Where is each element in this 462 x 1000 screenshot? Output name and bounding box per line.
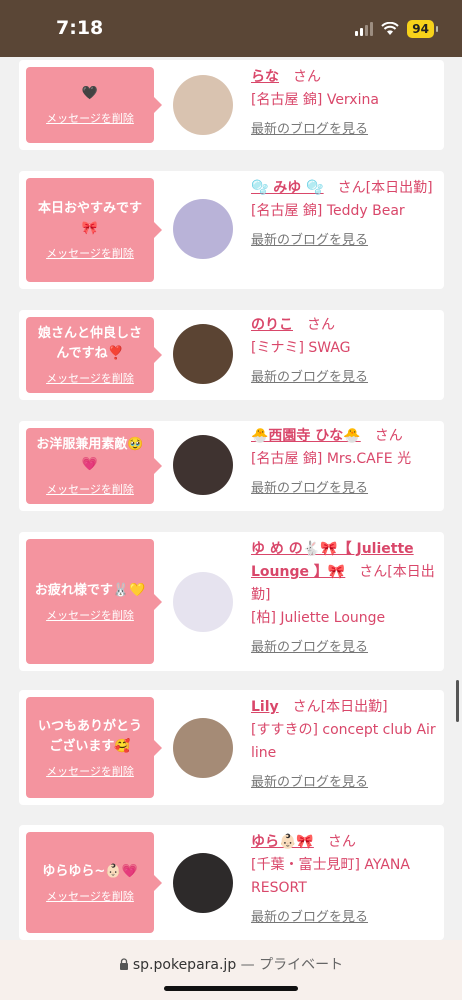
message-bubble: お疲れ様です🐰💛 メッセージを削除 xyxy=(26,539,162,664)
message-card: いつもありがとうございます🥰 メッセージを削除 Lily さん[本日出勤] [す… xyxy=(19,690,444,805)
cast-name-link[interactable]: 🫧 みゆ 🫧 xyxy=(251,180,324,196)
message-text: お洋服兼用素敵🥹💗 xyxy=(36,437,144,472)
shop-name: [名古屋 錦] Mrs.CAFE 光 xyxy=(251,451,412,467)
delete-message-link[interactable]: メッセージを削除 xyxy=(46,245,134,261)
cast-suffix: さん xyxy=(293,69,321,85)
cast-info: らな さん [名古屋 錦] Verxina 最新のブログを見る xyxy=(251,66,441,141)
blog-link[interactable]: 最新のブログを見る xyxy=(251,122,368,137)
avatar[interactable] xyxy=(173,199,233,259)
browser-url-bar[interactable]: sp.pokepara.jp — プライベート xyxy=(0,940,462,1000)
lock-icon xyxy=(119,958,128,970)
shop-name: [名古屋 錦] Verxina xyxy=(251,92,379,108)
cast-name-link[interactable]: Lily xyxy=(251,699,279,715)
delete-message-link[interactable]: メッセージを削除 xyxy=(46,888,134,904)
delete-message-link[interactable]: メッセージを削除 xyxy=(46,763,134,779)
blog-link[interactable]: 最新のブログを見る xyxy=(251,775,368,790)
blog-link[interactable]: 最新のブログを見る xyxy=(251,233,368,248)
wifi-icon xyxy=(381,22,399,35)
message-text: ゆらゆら~👶🏻💗 xyxy=(42,863,138,879)
avatar[interactable] xyxy=(173,572,233,632)
cast-name-link[interactable]: らな xyxy=(251,69,279,85)
blog-link[interactable]: 最新のブログを見る xyxy=(251,640,368,655)
message-text: お疲れ様です🐰💛 xyxy=(34,582,146,598)
scrollbar[interactable] xyxy=(456,680,459,722)
shop-name: [名古屋 錦] Teddy Bear xyxy=(251,203,405,219)
message-text: 本日おやすみです🎀 xyxy=(37,201,142,236)
avatar[interactable] xyxy=(173,853,233,913)
message-bubble: いつもありがとうございます🥰 メッセージを削除 xyxy=(26,697,162,798)
status-time: 7:18 xyxy=(56,17,104,39)
avatar[interactable] xyxy=(173,75,233,135)
shop-name: [柏] Juliette Lounge xyxy=(251,610,386,626)
message-card: お洋服兼用素敵🥹💗 メッセージを削除 🐣西園寺 ひな🐣 さん [名古屋 錦] M… xyxy=(19,421,444,511)
status-icons: 94 xyxy=(355,20,438,38)
message-card: 本日おやすみです🎀 メッセージを削除 🫧 みゆ 🫧 さん[本日出勤] [名古屋 … xyxy=(19,171,444,289)
cast-info: 🫧 みゆ 🫧 さん[本日出勤] [名古屋 錦] Teddy Bear 最新のブロ… xyxy=(251,177,441,252)
delete-message-link[interactable]: メッセージを削除 xyxy=(46,110,134,126)
avatar[interactable] xyxy=(173,718,233,778)
battery-icon xyxy=(436,26,438,32)
blog-link[interactable]: 最新のブログを見る xyxy=(251,370,368,385)
battery-indicator: 94 xyxy=(407,20,434,38)
status-bar: 7:18 94 xyxy=(0,0,462,57)
url-text[interactable]: sp.pokepara.jp — プライベート xyxy=(0,954,462,974)
avatar[interactable] xyxy=(173,324,233,384)
blog-link[interactable]: 最新のブログを見る xyxy=(251,481,368,496)
cast-info: ゆら👶🏻🎀 さん [千葉・富士見町] AYANA RESORT 最新のブログを見… xyxy=(251,831,441,929)
delete-message-link[interactable]: メッセージを削除 xyxy=(46,481,134,497)
cast-suffix: さん[本日出勤] xyxy=(337,180,433,196)
cast-suffix: さん[本日出勤] xyxy=(292,699,388,715)
message-text: いつもありがとうございます🥰 xyxy=(37,718,142,754)
message-bubble: 🖤 メッセージを削除 xyxy=(26,67,162,143)
cast-info: Lily さん[本日出勤] [すすきの] concept club Air li… xyxy=(251,696,441,794)
browsing-mode: — プライベート xyxy=(240,957,344,973)
message-card: お疲れ様です🐰💛 メッセージを削除 ゆ め の🐇🎀【 Juliette Loun… xyxy=(19,532,444,671)
url-domain: sp.pokepara.jp xyxy=(132,957,237,973)
cast-suffix: さん xyxy=(307,317,335,333)
message-bubble: お洋服兼用素敵🥹💗 メッセージを削除 xyxy=(26,428,162,504)
message-bubble: 本日おやすみです🎀 メッセージを削除 xyxy=(26,178,162,282)
message-bubble: ゆらゆら~👶🏻💗 メッセージを削除 xyxy=(26,832,162,933)
cast-suffix: さん xyxy=(374,428,403,444)
avatar[interactable] xyxy=(173,435,233,495)
shop-name: [千葉・富士見町] AYANA RESORT xyxy=(251,857,410,896)
message-text: 🖤 xyxy=(81,86,99,101)
cast-info: 🐣西園寺 ひな🐣 さん [名古屋 錦] Mrs.CAFE 光 最新のブログを見る xyxy=(251,425,441,500)
cast-suffix: さん xyxy=(327,834,356,850)
delete-message-link[interactable]: メッセージを削除 xyxy=(46,370,134,386)
delete-message-link[interactable]: メッセージを削除 xyxy=(46,607,134,623)
message-card: 娘さんと仲良しさんですね❣️ メッセージを削除 のりこ さん [ミナミ] SWA… xyxy=(19,310,444,400)
shop-name: [ミナミ] SWAG xyxy=(251,340,351,356)
signal-icon xyxy=(355,22,374,36)
message-text: 娘さんと仲良しさんですね❣️ xyxy=(37,326,142,361)
home-indicator[interactable] xyxy=(164,986,298,991)
blog-link[interactable]: 最新のブログを見る xyxy=(251,910,368,925)
message-bubble: 娘さんと仲良しさんですね❣️ メッセージを削除 xyxy=(26,317,162,393)
message-card: ゆらゆら~👶🏻💗 メッセージを削除 ゆら👶🏻🎀 さん [千葉・富士見町] AYA… xyxy=(19,825,444,940)
cast-name-link[interactable]: ゆら👶🏻🎀 xyxy=(251,834,314,850)
shop-name: [すすきの] concept club Air line xyxy=(251,722,436,761)
cast-name-link[interactable]: 🐣西園寺 ひな🐣 xyxy=(251,428,361,444)
cast-info: ゆ め の🐇🎀【 Juliette Lounge 】🎀 さん[本日出勤] [柏]… xyxy=(251,538,441,659)
cast-name-link[interactable]: のりこ xyxy=(251,317,293,333)
cast-info: のりこ さん [ミナミ] SWAG 最新のブログを見る xyxy=(251,314,441,389)
message-card: 🖤 メッセージを削除 らな さん [名古屋 錦] Verxina 最新のブログを… xyxy=(19,60,444,150)
